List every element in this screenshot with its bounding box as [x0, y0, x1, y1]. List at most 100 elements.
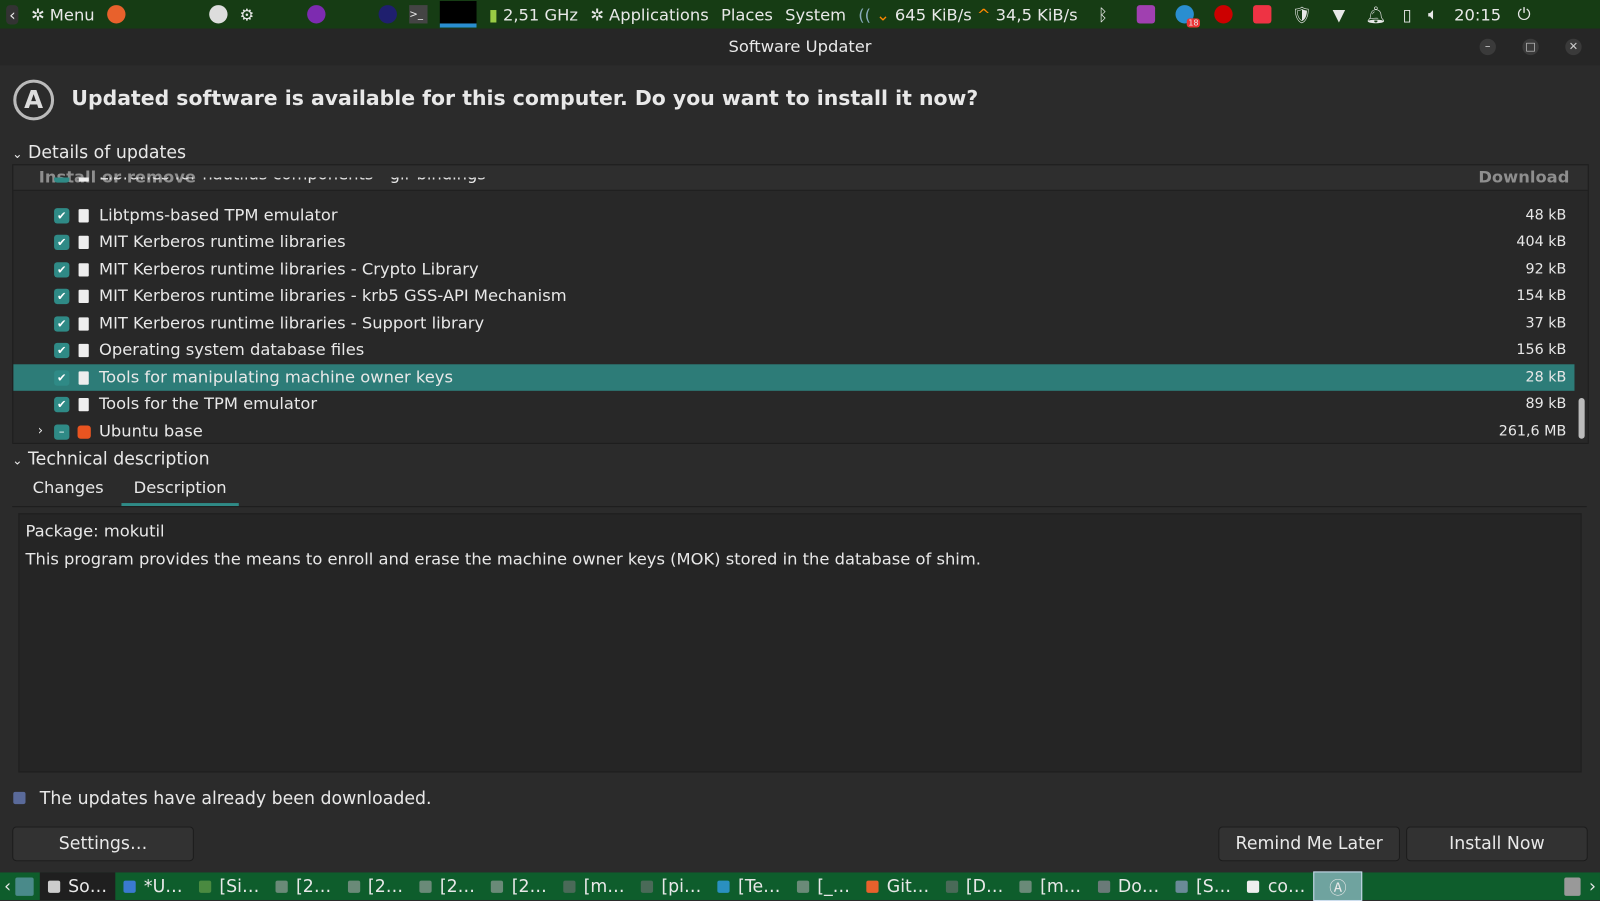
update-row[interactable]: › – Ubuntu base 261,6 MB [13, 418, 1574, 443]
battery-icon[interactable]: ▯ [1403, 5, 1412, 24]
clock[interactable]: 20:15 [1454, 5, 1501, 24]
updates-list: Install or remove Download ✔Libraries fo… [12, 164, 1589, 444]
taskbar-right-arrow[interactable]: › [1585, 872, 1600, 900]
maximize-button[interactable]: □ [1522, 38, 1539, 56]
firefox-icon[interactable] [106, 5, 126, 24]
taskbar-item[interactable]: [pi… [633, 872, 710, 900]
row-checkbox[interactable]: ✔ [54, 369, 70, 386]
taskbar-item-label: [m… [1040, 876, 1082, 897]
taskbar-item[interactable]: [m… [1012, 872, 1090, 900]
tab-description[interactable]: Description [121, 471, 239, 507]
taskbar-left-arrow[interactable]: ‹ [0, 872, 15, 900]
taskbar-item-label: *U… [143, 876, 183, 897]
update-row[interactable]: ✔ MIT Kerberos runtime libraries - Crypto… [13, 256, 1574, 283]
row-checkbox[interactable]: ✔ [54, 342, 70, 359]
opera-icon[interactable] [378, 5, 398, 24]
row-checkbox[interactable]: ✔ [54, 315, 70, 332]
taskbar-item[interactable]: [Te… [709, 872, 788, 900]
places-menu[interactable]: Places [721, 5, 773, 24]
tor-icon[interactable] [307, 5, 326, 24]
panel-left-arrow[interactable]: ‹ [6, 4, 19, 24]
terminal-icon[interactable]: >_ [409, 5, 428, 24]
update-row[interactable]: ✔ MIT Kerberos runtime libraries - Suppor… [13, 310, 1574, 337]
update-row[interactable]: ✔ Tools for the TPM emulator 89 kB [13, 391, 1574, 418]
update-row[interactable]: ✔ MIT Kerberos runtime libraries 404 kB [13, 229, 1574, 256]
bell-icon[interactable]: 🔔︎ [1366, 5, 1387, 24]
menu-button[interactable]: ✲ Menu [31, 5, 95, 24]
install-now-button[interactable]: Install Now [1406, 826, 1588, 862]
taskbar-active-updater[interactable]: Ⓐ [1313, 871, 1363, 901]
package-icon [78, 316, 89, 331]
minimize-button[interactable]: – [1479, 38, 1496, 56]
row-name: Libtpms-based TPM emulator [98, 204, 338, 224]
update-row[interactable]: ✔ Libtpms-based TPM emulator 48 kB [13, 202, 1574, 229]
taskbar-item[interactable]: co… [1239, 872, 1313, 900]
taskbar-item[interactable]: [2… [411, 872, 483, 900]
list-scrollbar[interactable] [1578, 397, 1585, 439]
update-row[interactable]: ✔ MIT Kerberos runtime libraries - krb5 G… [13, 283, 1574, 310]
row-name: Operating system database files [98, 339, 365, 360]
ubuntu-icon: ✲ [590, 4, 604, 24]
software-updater-icon: Ⓐ [1329, 878, 1347, 899]
power-icon[interactable]: ⏻ [1517, 4, 1530, 24]
update-row[interactable]: ✔ Operating system database files 156 kB [13, 337, 1574, 364]
shield-icon[interactable]: 🛡 [1291, 5, 1312, 24]
taskbar-item[interactable]: Git… [858, 872, 937, 900]
audio-app-icon[interactable] [1136, 5, 1155, 24]
wifi-signal-icon[interactable]: ▼ [1333, 5, 1346, 24]
taskbar-item[interactable]: [D… [937, 872, 1011, 900]
expand-arrow-icon[interactable]: › [38, 418, 43, 443]
taskbar-item[interactable]: Do… [1089, 872, 1167, 900]
technical-expander[interactable]: ⌄ Technical description [12, 449, 209, 469]
row-size: 89 kB [1525, 395, 1567, 413]
network-monitor[interactable]: ((⌄ 645 KiB/s ^ 34,5 KiB/s [858, 5, 1077, 24]
settings-button[interactable]: Settings… [12, 826, 194, 862]
software-updater-icon[interactable] [208, 5, 228, 24]
system-menu[interactable]: System [785, 5, 846, 24]
remind-later-button[interactable]: Remind Me Later [1218, 826, 1400, 862]
taskbar-item-label: [2… [367, 876, 404, 897]
volume-icon[interactable]: 🔈︎ [1428, 4, 1438, 24]
row-name: MIT Kerberos runtime libraries - Support… [98, 312, 485, 333]
taskbar-item[interactable]: [2… [339, 872, 411, 900]
applications-menu[interactable]: ✲ Applications [590, 5, 709, 24]
row-checkbox[interactable]: ✔ [54, 288, 70, 305]
row-name: MIT Kerberos runtime libraries - Crypto … [98, 258, 479, 279]
taskbar-item-label: [2… [296, 876, 332, 897]
row-checkbox[interactable]: ✔ [54, 261, 70, 278]
taskbar-item[interactable]: [m… [555, 872, 633, 900]
app-icon [1019, 880, 1032, 893]
taskbar-item[interactable]: [_… [789, 872, 859, 900]
taskbar-item[interactable]: [2… [267, 872, 339, 900]
ubuntu-icon: ✲ [31, 4, 45, 24]
details-expander[interactable]: ⌄ Details of updates [12, 143, 186, 163]
show-desktop-icon[interactable] [15, 877, 34, 896]
package-icon [78, 262, 89, 277]
taskbar-item[interactable]: *U… [115, 872, 190, 900]
blocker-icon[interactable] [1252, 5, 1272, 24]
taskbar-item-label: [m… [583, 876, 625, 897]
cpu-icon: ▮ [488, 4, 498, 24]
package-icon [78, 208, 89, 222]
settings-icon[interactable]: ⚙ [240, 5, 255, 24]
cpu-freq[interactable]: ▮ 2,51 GHz [489, 5, 578, 24]
system-monitor-graph[interactable] [439, 1, 477, 28]
description-panel: Package: mokutil This program provides t… [18, 513, 1582, 773]
taskbar-item[interactable]: [S… [1167, 872, 1239, 900]
package-icon [78, 289, 89, 304]
record-icon[interactable] [1213, 5, 1233, 24]
notification-app-icon[interactable]: 18 [1175, 5, 1200, 28]
row-checkbox[interactable]: ✔ [54, 396, 70, 413]
update-row[interactable]: ✔ Tools for manipulating machine owner ke… [13, 363, 1575, 391]
taskbar-item[interactable]: [Si… [191, 872, 268, 900]
taskbar-item[interactable]: So… [39, 872, 116, 900]
tab-changes[interactable]: Changes [20, 471, 116, 503]
close-button[interactable]: ✕ [1565, 38, 1582, 56]
bluetooth-icon[interactable]: ᛒ [1098, 5, 1108, 24]
row-size: 404 kB [1516, 233, 1567, 250]
trash-icon[interactable] [1564, 877, 1581, 896]
row-checkbox[interactable]: ✔ [54, 234, 70, 250]
taskbar-item[interactable]: [2… [483, 872, 555, 900]
row-checkbox[interactable]: ✔ [54, 207, 70, 223]
row-checkbox[interactable]: – [54, 423, 70, 440]
